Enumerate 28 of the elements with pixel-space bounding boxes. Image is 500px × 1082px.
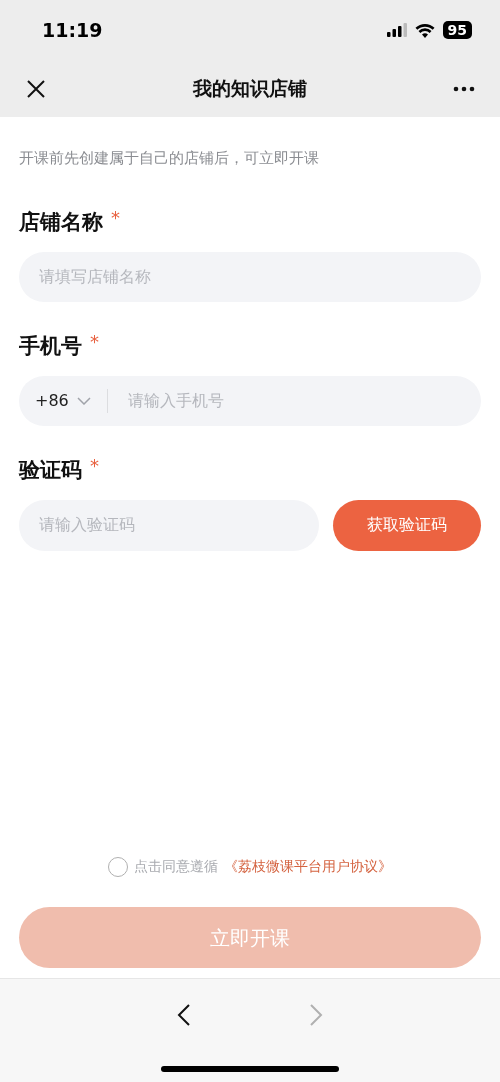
input-field[interactable]: 请输入验证码: [39, 513, 299, 537]
chevron-down-icon: [76, 396, 91, 405]
required-mark: *: [90, 331, 99, 352]
more-icon: [453, 85, 475, 92]
close-icon: [26, 78, 46, 99]
agreement-link[interactable]: 《荔枝微课平台用户协议》: [224, 856, 392, 877]
agreement-checkbox[interactable]: [108, 856, 128, 877]
text-field[interactable]: 请填写店铺名称: [19, 251, 481, 302]
field-label: 店铺名称: [19, 208, 103, 236]
page-title: 我的知识店铺: [193, 76, 307, 102]
battery-indicator: 95: [442, 21, 472, 39]
phone-field[interactable]: +86 请输入手机号: [19, 375, 481, 426]
chevron-right-icon: [309, 1003, 323, 1027]
agreement-text: 点击同意遵循: [134, 857, 218, 876]
required-mark: *: [90, 455, 99, 476]
intro-hint: 开课前先创建属于自己的店铺后，可立即开课: [19, 148, 320, 169]
status-time: 11:19: [42, 17, 103, 43]
field-label: 手机号: [19, 332, 82, 360]
country-code-selector[interactable]: +86: [35, 388, 107, 413]
required-mark: *: [111, 207, 120, 228]
signal-icon: [386, 23, 407, 37]
input-field[interactable]: 请输入手机号: [127, 388, 461, 413]
get-code-button[interactable]: 获取验证码: [333, 499, 481, 551]
wifi-icon: [414, 22, 435, 38]
input-field[interactable]: 请填写店铺名称: [39, 264, 461, 289]
code-field[interactable]: 请输入验证码: [19, 499, 319, 551]
chevron-left-icon: [177, 1003, 191, 1027]
field-label: 验证码: [19, 456, 82, 484]
